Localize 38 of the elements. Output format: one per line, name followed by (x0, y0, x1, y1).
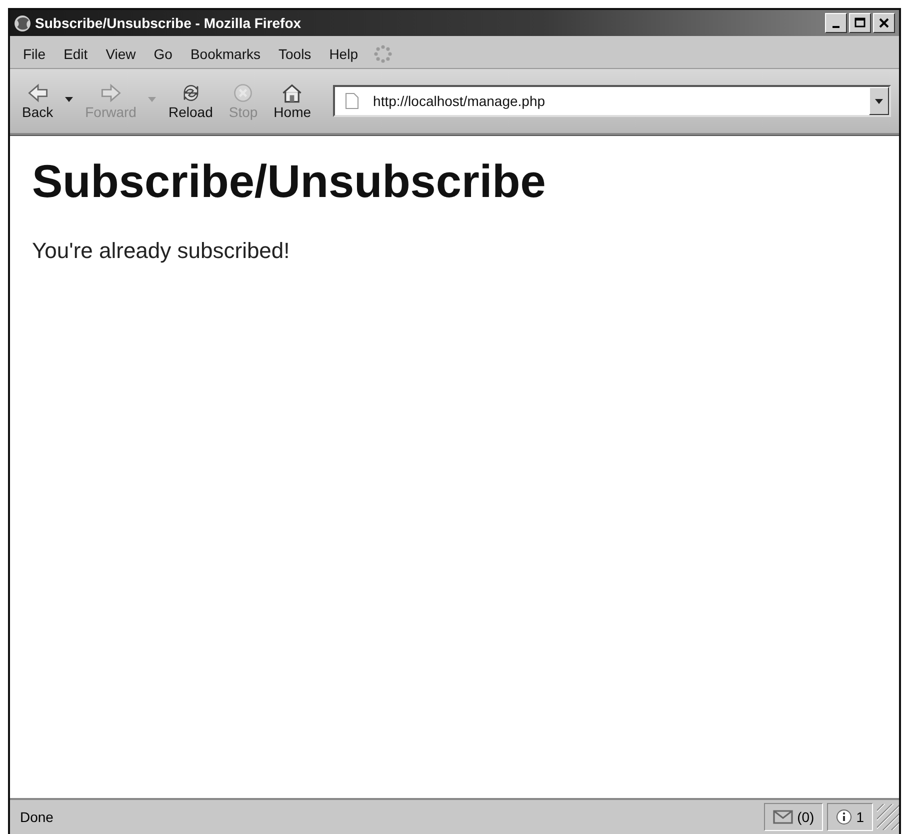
menu-item[interactable]: Help (322, 44, 365, 64)
toolbar-button[interactable]: Home (266, 80, 320, 122)
page-text: You're already subscribed! (32, 238, 291, 264)
minimize-icon (832, 26, 840, 28)
address-bar[interactable]: http://localhost/manage.php (333, 85, 891, 117)
throbber-icon (372, 44, 393, 64)
menu-item[interactable]: Bookmarks (183, 44, 268, 64)
home-icon (281, 82, 304, 104)
page-icon (345, 93, 360, 109)
resize-grip[interactable] (877, 804, 899, 830)
minimize-button[interactable] (825, 13, 847, 33)
left-arrow-icon (26, 82, 49, 104)
info-icon (836, 809, 852, 825)
status-text: Done (19, 809, 54, 825)
close-icon (877, 16, 891, 30)
menu-item[interactable]: Go (146, 44, 180, 64)
mail-indicator[interactable]: (0) (764, 803, 824, 831)
caret-icon (148, 96, 156, 102)
info-indicator[interactable]: 1 (827, 803, 873, 831)
globe-icon (14, 14, 31, 32)
caret-icon (65, 96, 74, 102)
menu-item[interactable]: Edit (56, 44, 95, 64)
envelope-icon (773, 810, 794, 824)
close-button[interactable] (873, 13, 895, 33)
maximize-button[interactable] (849, 13, 871, 33)
menu-item[interactable]: Tools (272, 44, 318, 64)
menu-item[interactable]: File (16, 44, 53, 64)
address-field[interactable]: http://localhost/manage.php (373, 93, 855, 109)
stop-icon (232, 82, 254, 104)
maximize-icon (853, 16, 867, 30)
toolbar-button[interactable]: Reload (160, 80, 221, 122)
caret-icon (875, 98, 883, 104)
menu-item[interactable]: View (98, 44, 143, 64)
dropdown-button[interactable] (869, 87, 889, 115)
window-title: Subscribe/Unsubscribe - Mozilla Firefox (35, 15, 302, 31)
toolbar-button[interactable]: Back (14, 80, 62, 122)
right-arrow-icon (100, 82, 122, 104)
page-heading: Subscribe/Unsubscribe (32, 154, 547, 208)
